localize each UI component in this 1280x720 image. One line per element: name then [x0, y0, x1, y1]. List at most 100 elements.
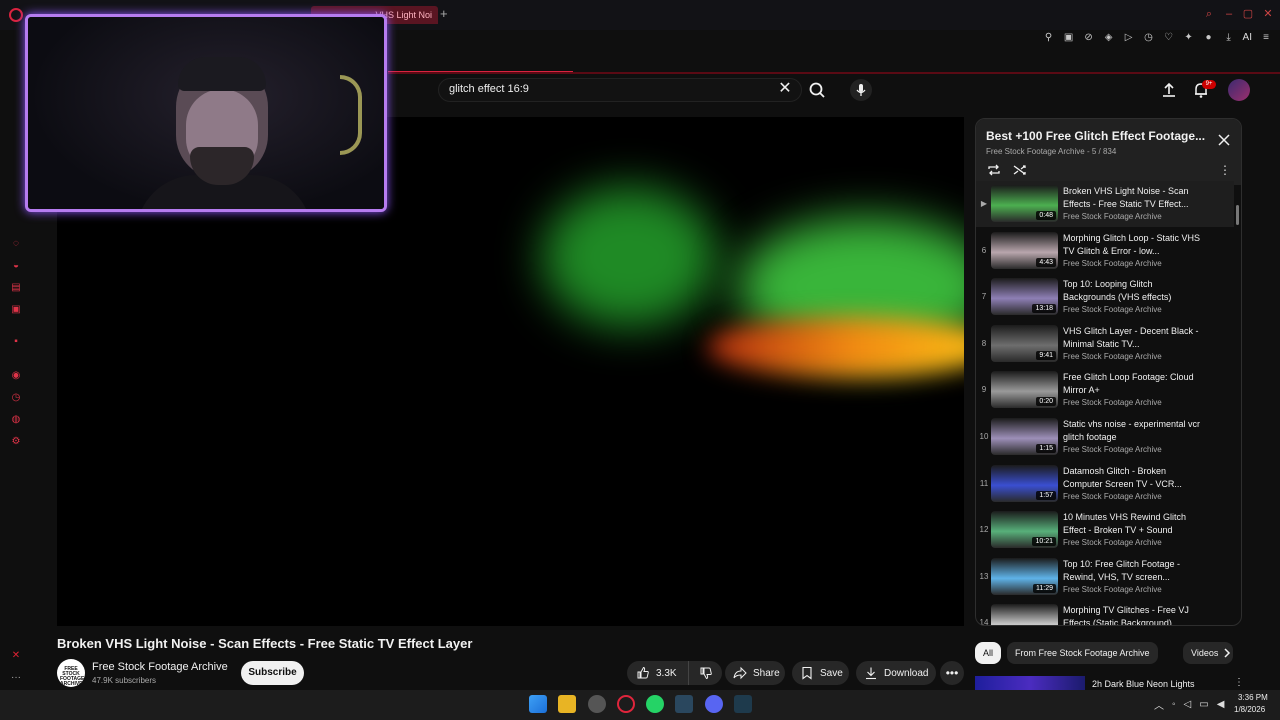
playlist-item-title[interactable]: Free Glitch Loop Footage: Cloud Mirror A…	[1063, 371, 1203, 397]
clear-search-icon[interactable]: ✕	[778, 81, 792, 97]
chevron-up-icon[interactable]: ︿	[1154, 697, 1164, 712]
sidebar-history-icon[interactable]: ◷	[10, 392, 22, 404]
playlist-item-title[interactable]: VHS Glitch Layer - Decent Black - Minima…	[1063, 325, 1203, 351]
adblock-icon[interactable]: ⊘	[1083, 32, 1095, 44]
playlist-item-title[interactable]: 10 Minutes VHS Rewind Glitch Effect - Br…	[1063, 511, 1203, 537]
volume-icon[interactable]: ◀	[1217, 699, 1225, 710]
like-button[interactable]: 3.3K	[627, 661, 689, 685]
related-video-title[interactable]: 2h Dark Blue Neon Lights	[1092, 679, 1195, 689]
snapshot-icon[interactable]: ▣	[1063, 32, 1075, 44]
minimize-button[interactable]: –	[1223, 8, 1235, 20]
voice-search-button[interactable]	[850, 79, 872, 101]
share-button[interactable]: Share	[725, 661, 785, 685]
subscribe-button[interactable]: Subscribe	[241, 661, 304, 685]
channel-avatar[interactable]: FREE STOCK FOOTAGE ARCHIVE	[57, 659, 85, 687]
search-input[interactable]	[449, 83, 769, 95]
related-video-thumbnail[interactable]	[975, 676, 1085, 690]
opera-gx-icon[interactable]	[617, 695, 635, 713]
playlist-item[interactable]: 148:34Morphing TV Glitches - Free VJ Eff…	[976, 600, 1234, 625]
playlist-item-thumbnail[interactable]: 10:21	[991, 511, 1058, 549]
close-window-button[interactable]: ✕	[1262, 8, 1274, 20]
dislike-button[interactable]	[689, 661, 722, 685]
save-button[interactable]: Save	[792, 661, 849, 685]
aria-ai-button[interactable]: AI	[1243, 32, 1252, 44]
extensions-icon[interactable]: ✦	[1183, 32, 1195, 44]
windows-start-icon[interactable]	[529, 695, 547, 713]
player-icon[interactable]: ▷	[1123, 32, 1135, 44]
sidebar-bag-icon[interactable]: ◒	[10, 260, 22, 272]
playlist-item[interactable]: ▶ 0:48 Broken VHS Light Noise - Scan Effec…	[976, 181, 1234, 227]
more-actions-button[interactable]: •••	[940, 661, 964, 685]
playlist-title[interactable]: Best +100 Free Glitch Effect Footage...	[986, 129, 1211, 143]
steam-icon[interactable]	[675, 695, 693, 713]
history-icon[interactable]: ◷	[1143, 32, 1155, 44]
cube-icon[interactable]: ◈	[1103, 32, 1115, 44]
profile-icon[interactable]: ●	[1203, 32, 1215, 44]
playlist-item-thumbnail[interactable]: 1:15	[991, 418, 1058, 455]
playlist-item-thumbnail[interactable]: 0:48	[991, 185, 1058, 222]
playlist-item-title[interactable]: Top 10: Looping Glitch Backgrounds (VHS …	[1063, 278, 1203, 304]
related-video-more-icon[interactable]: ⋮	[1234, 677, 1244, 689]
playlist-item-thumbnail[interactable]: 1:57	[991, 464, 1058, 502]
avatar[interactable]	[1228, 79, 1250, 101]
sidebar-twitch-icon[interactable]: ▪	[10, 336, 22, 348]
download-button[interactable]: Download	[856, 661, 936, 685]
chips-next-button[interactable]	[1220, 646, 1234, 660]
playlist-item-thumbnail[interactable]: 13:18	[991, 278, 1058, 316]
playlist-item[interactable]: 9 0:20 Free Glitch Loop Footage: Cloud Mir…	[976, 367, 1234, 413]
search-box[interactable]	[438, 78, 802, 102]
heart-icon[interactable]: ♡	[1163, 32, 1175, 44]
playlist-item-thumbnail[interactable]: 0:20	[991, 371, 1058, 409]
microphone-tray-icon[interactable]: ◦	[1172, 699, 1176, 710]
playlist-item-title[interactable]: Morphing Glitch Loop - Static VHS TV Gli…	[1063, 232, 1203, 258]
playlist-item-thumbnail[interactable]: 4:43	[991, 231, 1058, 269]
menu-icon[interactable]: ≡	[1260, 32, 1272, 44]
playlist-more-icon[interactable]: ⋮	[1219, 163, 1231, 177]
sidebar-gx-icon[interactable]: ✕	[10, 650, 22, 662]
search-button[interactable]	[806, 80, 828, 100]
sidebar-player-icon[interactable]: ◉	[10, 370, 22, 382]
chip-from-channel[interactable]: From Free Stock Footage Archive	[1007, 642, 1158, 664]
maximize-button[interactable]: ▢	[1242, 8, 1254, 20]
opera-logo-icon[interactable]	[9, 8, 23, 22]
playlist-item-title[interactable]: Static vhs noise - experimental vcr glit…	[1063, 418, 1203, 444]
clock-date[interactable]: 1/8/2026	[1234, 705, 1265, 714]
pin-icon[interactable]: ⚲	[1043, 32, 1055, 44]
monitor-tray-icon[interactable]: ▭	[1199, 699, 1208, 710]
search-tabs-icon[interactable]: ⌕	[1203, 8, 1215, 20]
playlist-item[interactable]: 7 13:18 Top 10: Looping Glitch Backgrounds…	[976, 274, 1234, 320]
playlist-item[interactable]: 11 1:57 Datamosh Glitch - Broken Computer …	[976, 461, 1234, 507]
download-tray-icon[interactable]: ⤓	[1223, 32, 1235, 44]
sidebar-messenger-icon[interactable]: ▣	[10, 304, 22, 316]
new-tab-button[interactable]: +	[440, 7, 448, 21]
playlist-item-title[interactable]: Morphing TV Glitches - Free VJ Effects (…	[1063, 604, 1203, 625]
playlist-item[interactable]: 8 9:41 VHS Glitch Layer - Decent Black - M…	[976, 321, 1234, 367]
file-explorer-icon[interactable]	[558, 695, 576, 713]
playlist-item-title[interactable]: Broken VHS Light Noise - Scan Effects - …	[1063, 185, 1203, 211]
playlist-item[interactable]: 13 11:29 Top 10: Free Glitch Footage - Rew…	[976, 554, 1234, 600]
channel-name[interactable]: Free Stock Footage Archive	[92, 661, 228, 673]
playlist-item-title[interactable]: Top 10: Free Glitch Footage - Rewind, VH…	[1063, 558, 1203, 584]
sidebar-settings-icon[interactable]: ⚙	[10, 436, 22, 448]
volume-tray-icon[interactable]: ◁	[1184, 699, 1192, 710]
discord-icon[interactable]	[705, 695, 723, 713]
shuffle-playlist-button[interactable]	[1012, 163, 1028, 177]
sidebar-extensions-icon[interactable]: ◍	[10, 414, 22, 426]
playlist-item[interactable]: 10 1:15 Static vhs noise - experimental vc…	[976, 414, 1234, 460]
sidebar-more-icon[interactable]: ···	[10, 672, 22, 684]
loop-playlist-button[interactable]	[986, 163, 1002, 177]
playlist-item-thumbnail[interactable]: 9:41	[991, 324, 1058, 362]
playlist-scrollbar[interactable]	[1236, 205, 1239, 225]
playlist-close-button[interactable]	[1217, 133, 1231, 147]
playlist-item[interactable]: 6 4:43 Morphing Glitch Loop - Static VHS T…	[976, 228, 1234, 274]
sidebar-gx-control-icon[interactable]: ◌	[10, 238, 22, 250]
playlist-item-thumbnail[interactable]: 11:29	[991, 557, 1058, 595]
terminal-icon[interactable]	[734, 695, 752, 713]
whatsapp-icon[interactable]	[646, 695, 664, 713]
clock-time[interactable]: 3:36 PM	[1238, 693, 1268, 702]
chip-all[interactable]: All	[975, 642, 1002, 664]
sidebar-news-icon[interactable]: ▤	[10, 282, 22, 294]
playlist-item[interactable]: 12 10:21 10 Minutes VHS Rewind Glitch Effe…	[976, 507, 1234, 553]
playlist-item-title[interactable]: Datamosh Glitch - Broken Computer Screen…	[1063, 465, 1203, 491]
create-button[interactable]	[1160, 81, 1178, 99]
